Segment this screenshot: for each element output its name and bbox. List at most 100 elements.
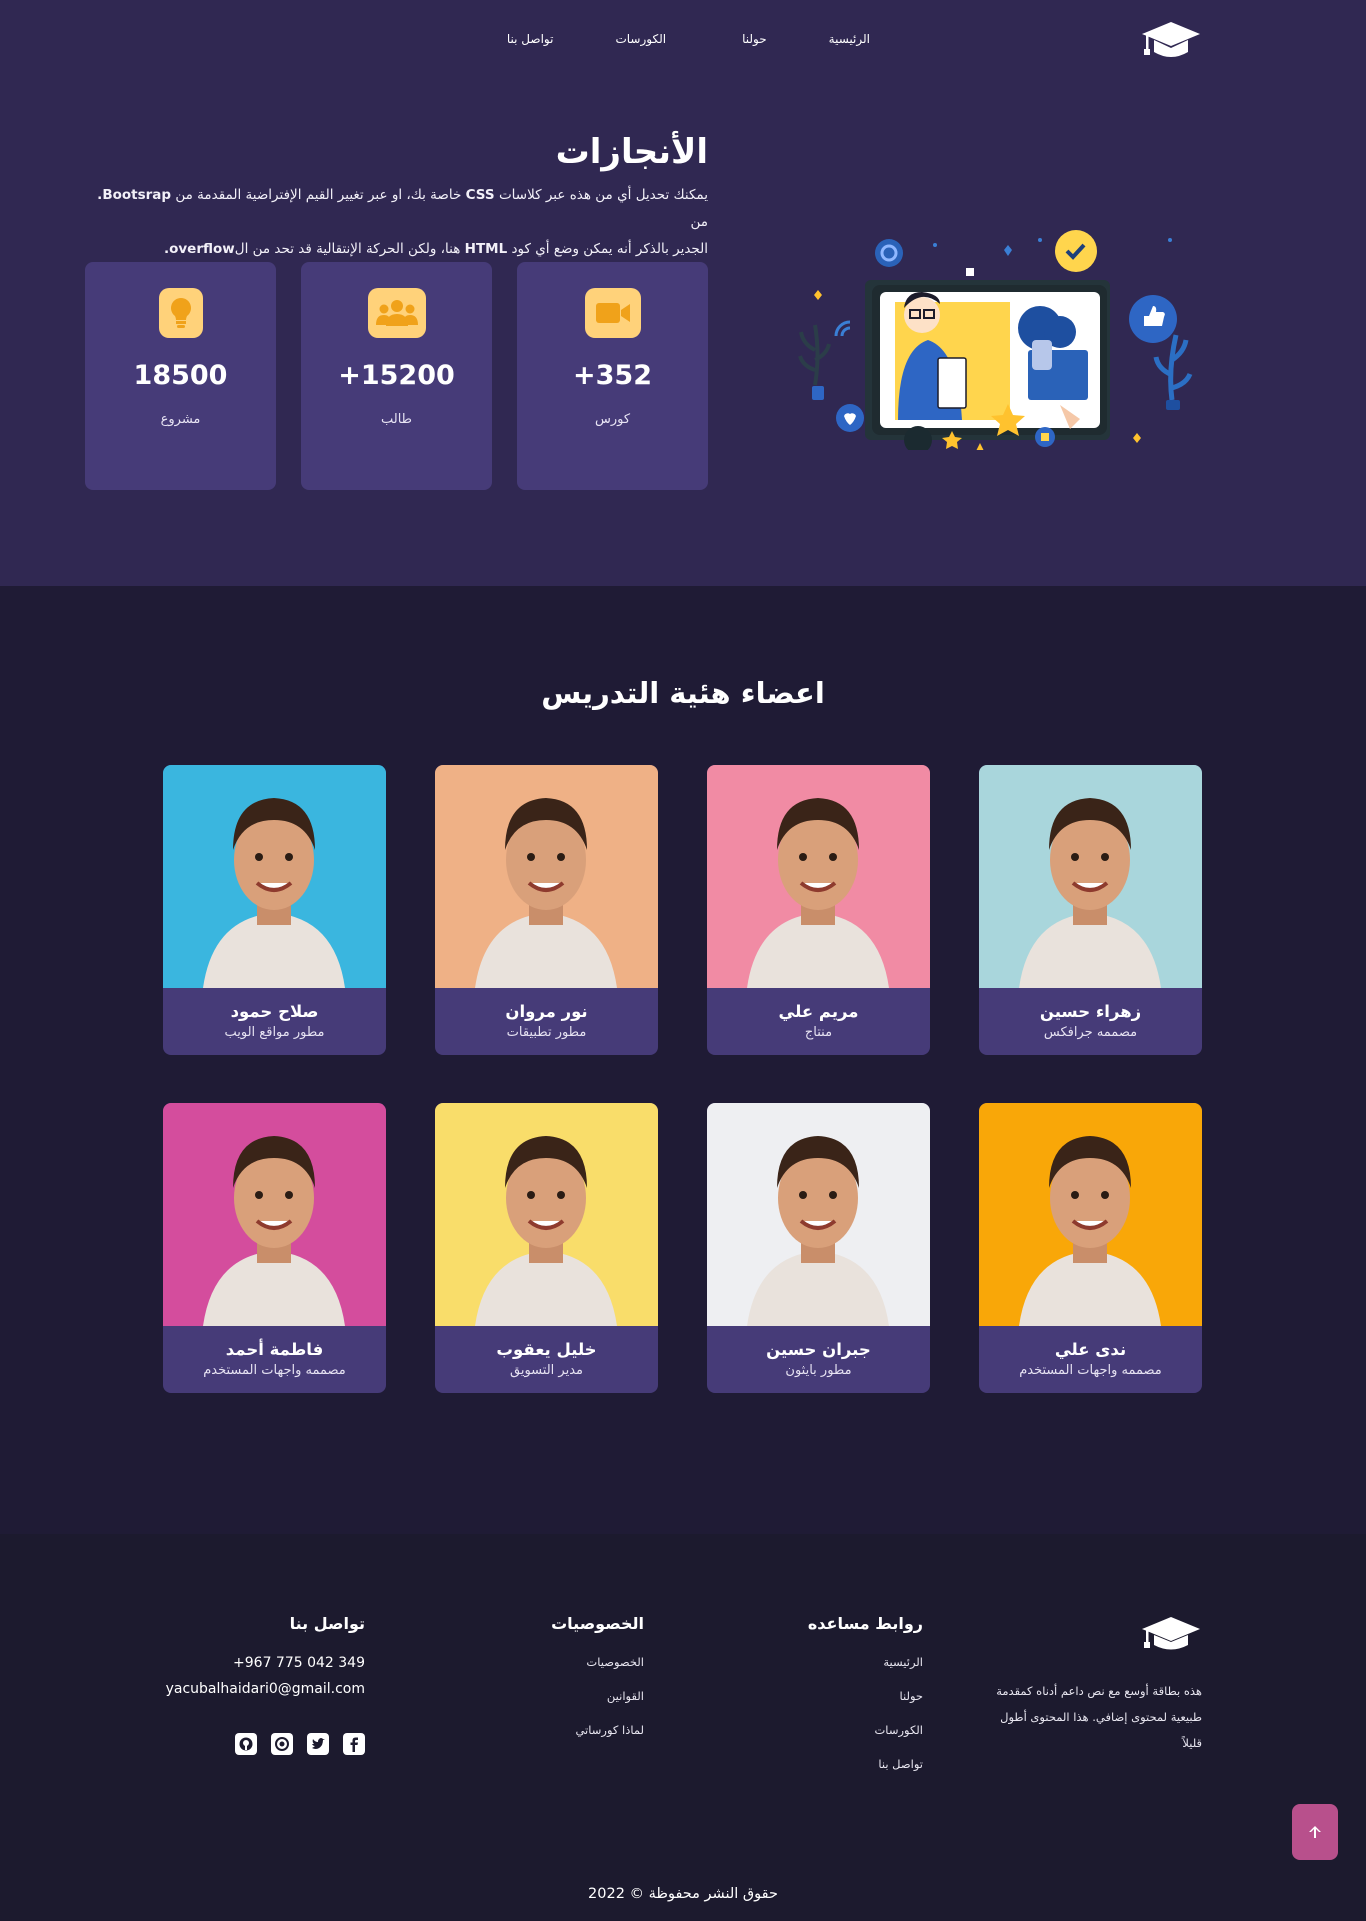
member-role: مصممه واجهات المستخدم: [203, 1363, 346, 1378]
portrait-eye: [285, 853, 293, 861]
social-links: [166, 1733, 365, 1755]
member-portrait: [979, 765, 1202, 988]
stat-card-projects: 18500 مشروع: [85, 262, 276, 490]
twitter-icon[interactable]: [307, 1733, 329, 1755]
nav-link-about[interactable]: حولنا: [742, 32, 767, 46]
desc-text: يمكنك تحديل أي من هذه عبر كلاسات: [498, 187, 708, 203]
nav-link-contact[interactable]: تواصل بنا: [507, 32, 554, 46]
member-name: فاطمة أحمد: [225, 1340, 324, 1359]
desc-text: هنا، ولكن الحركة الإنتقالية قد تحد من ال: [234, 241, 461, 257]
member-name: جبران حسين: [766, 1340, 871, 1359]
member-photo: [707, 1103, 930, 1326]
desc-text: من: [690, 214, 708, 230]
member-role: مدير التسويق: [510, 1363, 583, 1378]
stat-cards: +352 كورس +15200 طالب 18500 مشروع: [85, 262, 708, 490]
member-name: زهراء حسين: [1039, 1002, 1142, 1021]
member-role: مطور بايثون: [785, 1363, 852, 1378]
graduation-cap-icon: [1142, 1617, 1200, 1650]
member-photo: [707, 765, 930, 988]
member-name: خليل يعقوب: [496, 1340, 597, 1359]
footer-link-why[interactable]: لماذا كورساتي: [551, 1723, 644, 1737]
nav-links: الرئيسية حولنا الكورسات تواصل بنا: [507, 32, 870, 46]
footer-links-title: روابط مساعده: [807, 1614, 923, 1633]
member-name: ندى علي: [1054, 1340, 1127, 1359]
desc-text: خاصة بك، او عبر تغيير القيم الإفتراضية ا…: [175, 187, 462, 203]
github-icon[interactable]: [235, 1733, 257, 1755]
member-card: مريم علي منتاج: [707, 765, 930, 1055]
member-photo: [163, 765, 386, 988]
footer-link-privacy[interactable]: الخصوصيات: [551, 1655, 644, 1669]
footer-contact: تواصل بنا +967 775 042 349 yacubalhaidar…: [166, 1614, 365, 1755]
footer-brand: هذه بطاقة أوسع مع نص داعم أدناه كمقدمة ط…: [996, 1614, 1202, 1756]
footer-email[interactable]: yacubalhaidari0@gmail.com: [166, 1681, 365, 1697]
member-photo: [163, 1103, 386, 1326]
online-teacher-illustration: [798, 230, 1193, 450]
lightbulb-icon: [158, 288, 203, 338]
nav-link-courses[interactable]: الكورسات: [615, 32, 666, 46]
member-card: زهراء حسين مصممه جرافكس: [979, 765, 1202, 1055]
member-role: مصممه جرافكس: [1043, 1025, 1138, 1040]
desc-code-bootstrap: Bootsrap.: [97, 187, 172, 203]
portrait-eye: [255, 1191, 263, 1199]
whatsapp-icon[interactable]: [271, 1733, 293, 1755]
scroll-top-button[interactable]: [1292, 1804, 1338, 1860]
arrow-up-icon: [1309, 1826, 1321, 1838]
member-photo: [979, 1103, 1202, 1326]
member-photo: [435, 1103, 658, 1326]
member-name: صلاح حمود: [230, 1002, 319, 1021]
portrait-eye: [557, 853, 565, 861]
team-grid: زهراء حسين مصممه جرافكس مريم علي منتاج نور…: [163, 765, 1202, 1393]
footer-privacy-title: الخصوصيات: [551, 1614, 644, 1633]
member-portrait: [707, 1103, 930, 1326]
member-portrait: [163, 1103, 386, 1326]
footer-link-terms[interactable]: القوانين: [551, 1689, 644, 1703]
achievements-section: الأنجازات يمكنك تحديل أي من هذه عبر كلاس…: [0, 82, 1366, 586]
video-camera-icon: [584, 288, 641, 338]
portrait-eye: [799, 853, 807, 861]
footer-privacy: الخصوصيات الخصوصيات القوانين لماذا كورسا…: [551, 1614, 644, 1757]
stat-label: كورس: [594, 412, 631, 427]
footer-link-about[interactable]: حولنا: [808, 1689, 923, 1703]
member-name: مريم علي: [778, 1002, 859, 1021]
team-section: اعضاء هئية التدريس زهراء حسين مصممه جرافك…: [0, 586, 1366, 1534]
portrait-eye: [557, 1191, 565, 1199]
nav-link-home[interactable]: الرئيسية: [829, 32, 870, 46]
member-portrait: [435, 765, 658, 988]
footer-brand-text: هذه بطاقة أوسع مع نص داعم أدناه كمقدمة ط…: [996, 1684, 1202, 1750]
member-role: مصممه واجهات المستخدم: [1019, 1363, 1162, 1378]
stat-label: طالب: [380, 412, 413, 427]
member-photo: [979, 765, 1202, 988]
footer-link-courses[interactable]: الكورسات: [808, 1723, 923, 1737]
portrait-eye: [1101, 853, 1109, 861]
member-portrait: [707, 765, 930, 988]
copyright: حقوق النشر محفوظة © 2022: [588, 1886, 778, 1902]
achievements-title: الأنجازات: [555, 132, 708, 172]
portrait-eye: [285, 1191, 293, 1199]
achievements-description: يمكنك تحديل أي من هذه عبر كلاسات CSS خاص…: [88, 182, 708, 263]
footer-link-contact[interactable]: تواصل بنا: [808, 1757, 923, 1771]
footer-phone[interactable]: +967 775 042 349: [166, 1655, 365, 1671]
footer: هذه بطاقة أوسع مع نص داعم أدناه كمقدمة ط…: [0, 1534, 1366, 1921]
member-portrait: [979, 1103, 1202, 1326]
stat-card-courses: +352 كورس: [517, 262, 708, 490]
stat-value: +15200: [338, 360, 455, 391]
portrait-eye: [829, 1191, 837, 1199]
portrait-eye: [829, 853, 837, 861]
graduation-cap-icon[interactable]: [1140, 18, 1202, 62]
member-card: جبران حسين مطور بايثون: [707, 1103, 930, 1393]
footer-links: روابط مساعده الرئيسية حولنا الكورسات توا…: [808, 1614, 923, 1791]
desc-code-css: CSS: [465, 187, 495, 203]
portrait-eye: [1071, 1191, 1079, 1199]
stat-card-students: +15200 طالب: [301, 262, 492, 490]
footer-link-home[interactable]: الرئيسية: [808, 1655, 923, 1669]
portrait-eye: [1071, 853, 1079, 861]
member-role: مطور تطبيقات: [506, 1025, 587, 1040]
member-card: خليل يعقوب مدير التسويق: [435, 1103, 658, 1393]
member-portrait: [163, 765, 386, 988]
stat-value: 18500: [133, 360, 228, 391]
footer-contact-title: تواصل بنا: [289, 1614, 365, 1633]
member-card: نور مروان مطور تطبيقات: [435, 765, 658, 1055]
facebook-icon[interactable]: [343, 1733, 365, 1755]
users-group-icon: [367, 288, 426, 338]
desc-text: الجدير بالذكر أنه يمكن وضع أي كود: [511, 241, 708, 257]
